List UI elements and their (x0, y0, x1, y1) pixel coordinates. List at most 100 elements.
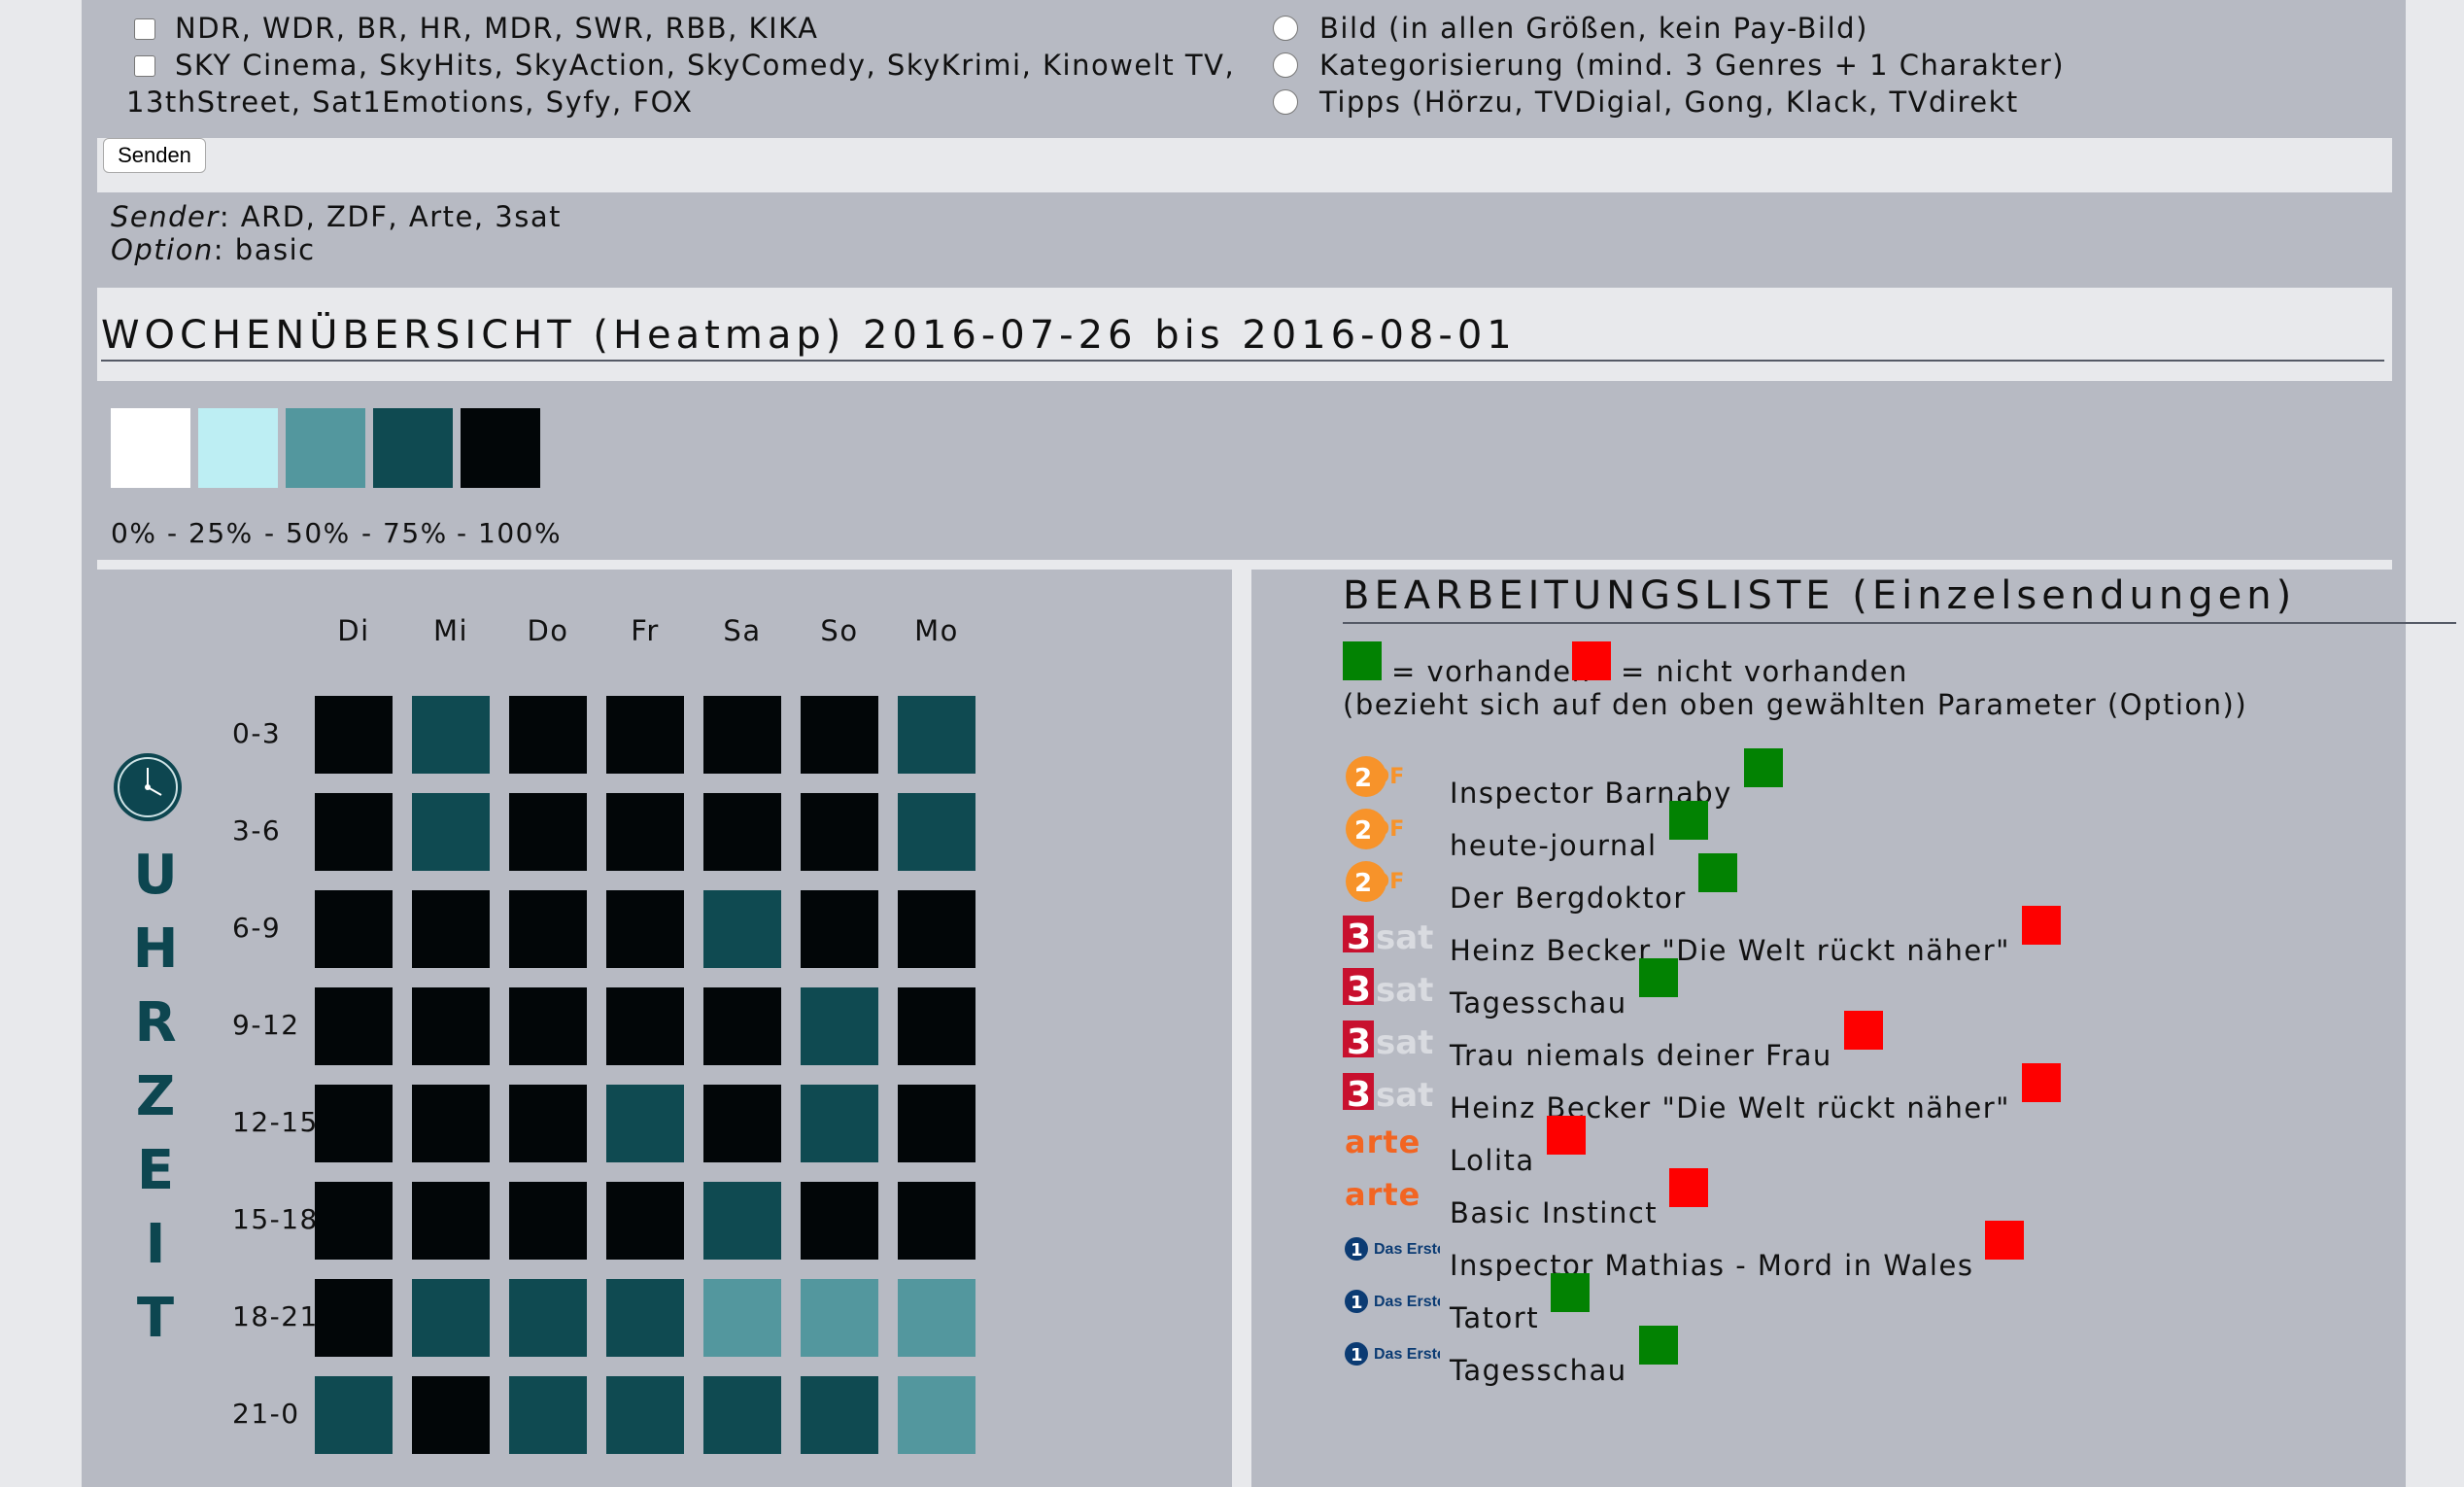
heatmap-cell[interactable] (509, 987, 587, 1065)
heatmap-cell[interactable] (898, 1279, 975, 1357)
heatmap-cell[interactable] (606, 890, 684, 968)
heatmap-cell[interactable] (801, 1182, 878, 1260)
status-present-badge (1697, 853, 1737, 892)
send-button[interactable]: Senden (103, 138, 206, 173)
heatmap-cell[interactable] (703, 696, 781, 774)
heatmap-cell[interactable] (412, 696, 490, 774)
status-missing-badge (1985, 1221, 2025, 1260)
heatmap-cell[interactable] (801, 1279, 878, 1357)
heatmap-cell[interactable] (606, 1376, 684, 1454)
heatmap-cell[interactable] (606, 987, 684, 1065)
option-line: Option: basic (111, 233, 316, 266)
svg-text:3: 3 (1347, 970, 1371, 1009)
form-submit-strip: Senden (97, 138, 2392, 192)
heatmap-cell[interactable] (509, 696, 587, 774)
heatmap-cell[interactable] (606, 1182, 684, 1260)
heatmap-cell[interactable] (315, 987, 393, 1065)
heatmap-cell[interactable] (315, 1279, 393, 1357)
heatmap-cell[interactable] (412, 987, 490, 1065)
radio-button[interactable] (1273, 16, 1298, 41)
lower-gap (97, 560, 2392, 570)
heatmap-cell[interactable] (898, 1085, 975, 1162)
heatmap-cell[interactable] (703, 1279, 781, 1357)
heatmap-cell[interactable] (412, 793, 490, 871)
svg-text:2: 2 (1354, 869, 1372, 898)
uhrzeit-letter: R (134, 991, 177, 1055)
heatmap-cell[interactable] (509, 1376, 587, 1454)
heatmap-cell[interactable] (703, 890, 781, 968)
heatmap-cell[interactable] (509, 793, 587, 871)
legend-label-3: - 75% (361, 517, 448, 549)
heatmap-cell[interactable] (703, 1182, 781, 1260)
heatmap-cell[interactable] (801, 793, 878, 871)
zdf-logo-icon: 2 DF (1343, 754, 1440, 799)
svg-text:Das Erste: Das Erste (1374, 1294, 1440, 1310)
heatmap-cell[interactable] (509, 1279, 587, 1357)
data-option-row: Tipps (Hörzu, TVDigial, Gong, Klack, TVd… (1273, 86, 2019, 119)
heatmap-cell[interactable] (801, 890, 878, 968)
heatmap-cell[interactable] (412, 1279, 490, 1357)
heatmap-cell[interactable] (801, 987, 878, 1065)
3sat-logo-icon: 3 sat (1343, 912, 1440, 957)
program-title: Basic Instinct (1450, 1168, 1709, 1229)
heatmap-cell[interactable] (898, 890, 975, 968)
heatmap-cell[interactable] (898, 793, 975, 871)
zdf-logo-icon: 2 DF (1343, 807, 1440, 851)
radio-button[interactable] (1273, 52, 1298, 78)
heatmap-cell[interactable] (315, 890, 393, 968)
day-label: Sa (723, 614, 762, 647)
heatmap-cell[interactable] (606, 1279, 684, 1357)
heatmap-cell[interactable] (509, 1182, 587, 1260)
program-title: Inspector Barnaby (1450, 748, 1783, 810)
3sat-logo-icon: 3 sat (1343, 964, 1440, 1010)
status-present-badge (1638, 958, 1678, 997)
heatmap-cell[interactable] (703, 987, 781, 1065)
svg-text:DF: DF (1372, 870, 1404, 894)
heatmap-cell[interactable] (801, 1376, 878, 1454)
heatmap-cell[interactable] (703, 793, 781, 871)
status-present-badge (1551, 1273, 1591, 1312)
heatmap-cell[interactable] (412, 1085, 490, 1162)
legend-label-2: - 50% (264, 517, 351, 549)
heatmap-cell[interactable] (703, 1376, 781, 1454)
uhrzeit-letter: H (132, 917, 179, 981)
heatmap-cell[interactable] (509, 1085, 587, 1162)
heatmap-cell[interactable] (509, 890, 587, 968)
heatmap-cell[interactable] (898, 1182, 975, 1260)
heatmap-cell[interactable] (801, 696, 878, 774)
heatmap-cell[interactable] (606, 696, 684, 774)
heatmap-cell[interactable] (315, 793, 393, 871)
checkbox[interactable] (134, 18, 155, 40)
day-label: Mo (914, 614, 959, 647)
heatmap-cell[interactable] (315, 1376, 393, 1454)
svg-text:sat: sat (1376, 1076, 1433, 1114)
heatmap-cell[interactable] (801, 1085, 878, 1162)
ard-logo-icon: 1 Das Erste (1343, 1279, 1446, 1324)
heatmap-cell[interactable] (412, 1182, 490, 1260)
option-value: : basic (213, 233, 316, 266)
heatmap-cell[interactable] (412, 890, 490, 968)
zdf-logo-icon: 2 DF (1343, 859, 1440, 904)
heatmap-cell[interactable] (315, 1182, 393, 1260)
sender-line: Sender: ARD, ZDF, Arte, 3sat (111, 200, 562, 233)
status-missing-badge (1669, 1168, 1709, 1207)
heatmap-cell[interactable] (898, 1376, 975, 1454)
checkbox[interactable] (134, 55, 155, 77)
svg-text:arte: arte (1345, 1124, 1420, 1160)
3sat-logo-icon: 3 sat (1343, 1069, 1440, 1115)
heatmap-cell[interactable] (898, 696, 975, 774)
program-title: Tagesschau (1450, 958, 1678, 1020)
day-label: Do (527, 614, 569, 647)
program-title: Heinz Becker "Die Welt rückt näher" (1450, 906, 2061, 967)
heatmap-cell[interactable] (703, 1085, 781, 1162)
radio-button[interactable] (1273, 89, 1298, 115)
heatmap-cell[interactable] (606, 1085, 684, 1162)
heatmap-cell[interactable] (412, 1376, 490, 1454)
heatmap-cell[interactable] (606, 793, 684, 871)
heatmap-cell[interactable] (898, 987, 975, 1065)
sender-value: : ARD, ZDF, Arte, 3sat (219, 200, 562, 233)
day-label: Di (337, 614, 370, 647)
heatmap-cell[interactable] (315, 1085, 393, 1162)
ard-logo-icon: 1 Das Erste (1343, 1331, 1446, 1376)
heatmap-cell[interactable] (315, 696, 393, 774)
